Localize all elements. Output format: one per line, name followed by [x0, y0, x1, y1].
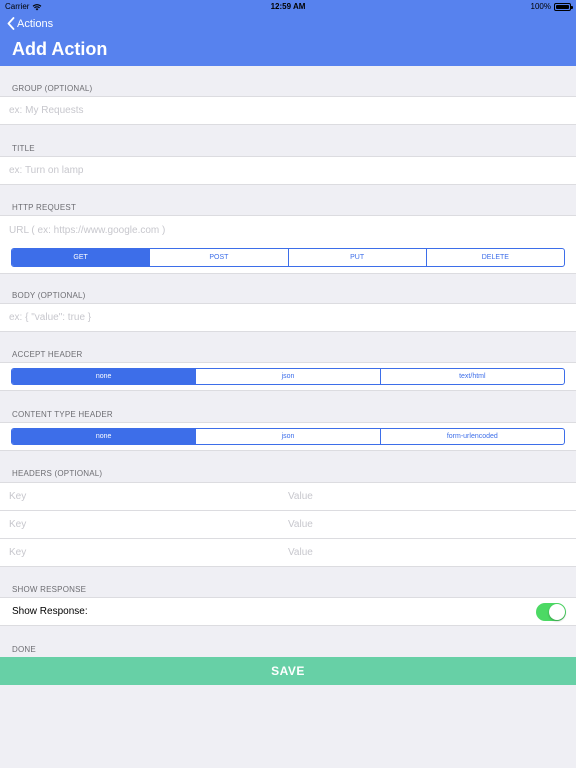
show-response-row: Show Response:	[0, 597, 576, 626]
accept-header-section-header: ACCEPT HEADER	[12, 350, 83, 359]
header-key-input[interactable]	[9, 483, 279, 510]
title-section-header: TITLE	[12, 144, 35, 153]
show-response-section-header: SHOW RESPONSE	[12, 585, 87, 594]
content-type-none-segment[interactable]: none	[12, 429, 196, 444]
battery-icon	[554, 2, 573, 11]
body-input[interactable]	[9, 304, 569, 331]
clock: 12:59 AM	[270, 2, 306, 11]
accept-header-row: none json text/html	[0, 362, 576, 391]
chevron-left-icon	[7, 17, 15, 30]
back-label: Actions	[17, 17, 54, 30]
http-method-segmented-control: GET POST PUT DELETE	[11, 248, 565, 267]
toggle-knob	[549, 604, 565, 620]
battery-indicator: 100%	[530, 2, 573, 11]
status-bar: Carrier 12:59 AM 100%	[0, 0, 576, 14]
title-input[interactable]	[9, 157, 569, 184]
header-value-input[interactable]	[288, 483, 568, 510]
method-post-segment[interactable]: POST	[149, 249, 287, 266]
method-get-segment[interactable]: GET	[12, 249, 150, 266]
method-put-segment[interactable]: PUT	[287, 249, 426, 266]
headers-section-header: HEADERS (OPTIONAL)	[12, 469, 103, 478]
url-input[interactable]	[9, 216, 569, 244]
show-response-label: Show Response:	[12, 606, 88, 617]
page-title: Add Action	[12, 39, 108, 59]
accept-header-segmented-control: none json text/html	[11, 368, 565, 385]
navigation-bar: Actions Add Action	[0, 14, 576, 66]
group-section-header: GROUP (OPTIONAL)	[12, 84, 93, 93]
header-key-input[interactable]	[9, 511, 279, 538]
header-value-input[interactable]	[288, 539, 568, 566]
content-type-form-urlencoded-segment[interactable]: form-urlencoded	[379, 429, 564, 444]
body-row	[0, 303, 576, 332]
group-row	[0, 96, 576, 125]
save-button[interactable]: SAVE	[0, 657, 576, 685]
back-button[interactable]: Actions	[7, 17, 53, 30]
http-request-section-header: HTTP REQUEST	[12, 203, 77, 212]
header-value-input[interactable]	[288, 511, 568, 538]
accept-text-html-segment[interactable]: text/html	[379, 369, 564, 384]
content-type-segmented-control: none json form-urlencoded	[11, 428, 565, 445]
title-row	[0, 156, 576, 185]
content-type-json-segment[interactable]: json	[195, 429, 379, 444]
headers-list	[0, 482, 576, 567]
group-input[interactable]	[9, 97, 569, 124]
show-response-toggle[interactable]	[536, 603, 566, 621]
done-section-header: DONE	[12, 645, 36, 654]
body-section-header: BODY (OPTIONAL)	[12, 291, 86, 300]
method-delete-segment[interactable]: DELETE	[425, 249, 564, 266]
battery-percent: 100%	[530, 2, 551, 11]
content-type-row: none json form-urlencoded	[0, 422, 576, 451]
content-type-section-header: CONTENT TYPE HEADER	[12, 410, 113, 419]
accept-none-segment[interactable]: none	[12, 369, 196, 384]
http-request-row: GET POST PUT DELETE	[0, 215, 576, 274]
accept-json-segment[interactable]: json	[195, 369, 379, 384]
header-key-input[interactable]	[9, 539, 279, 566]
